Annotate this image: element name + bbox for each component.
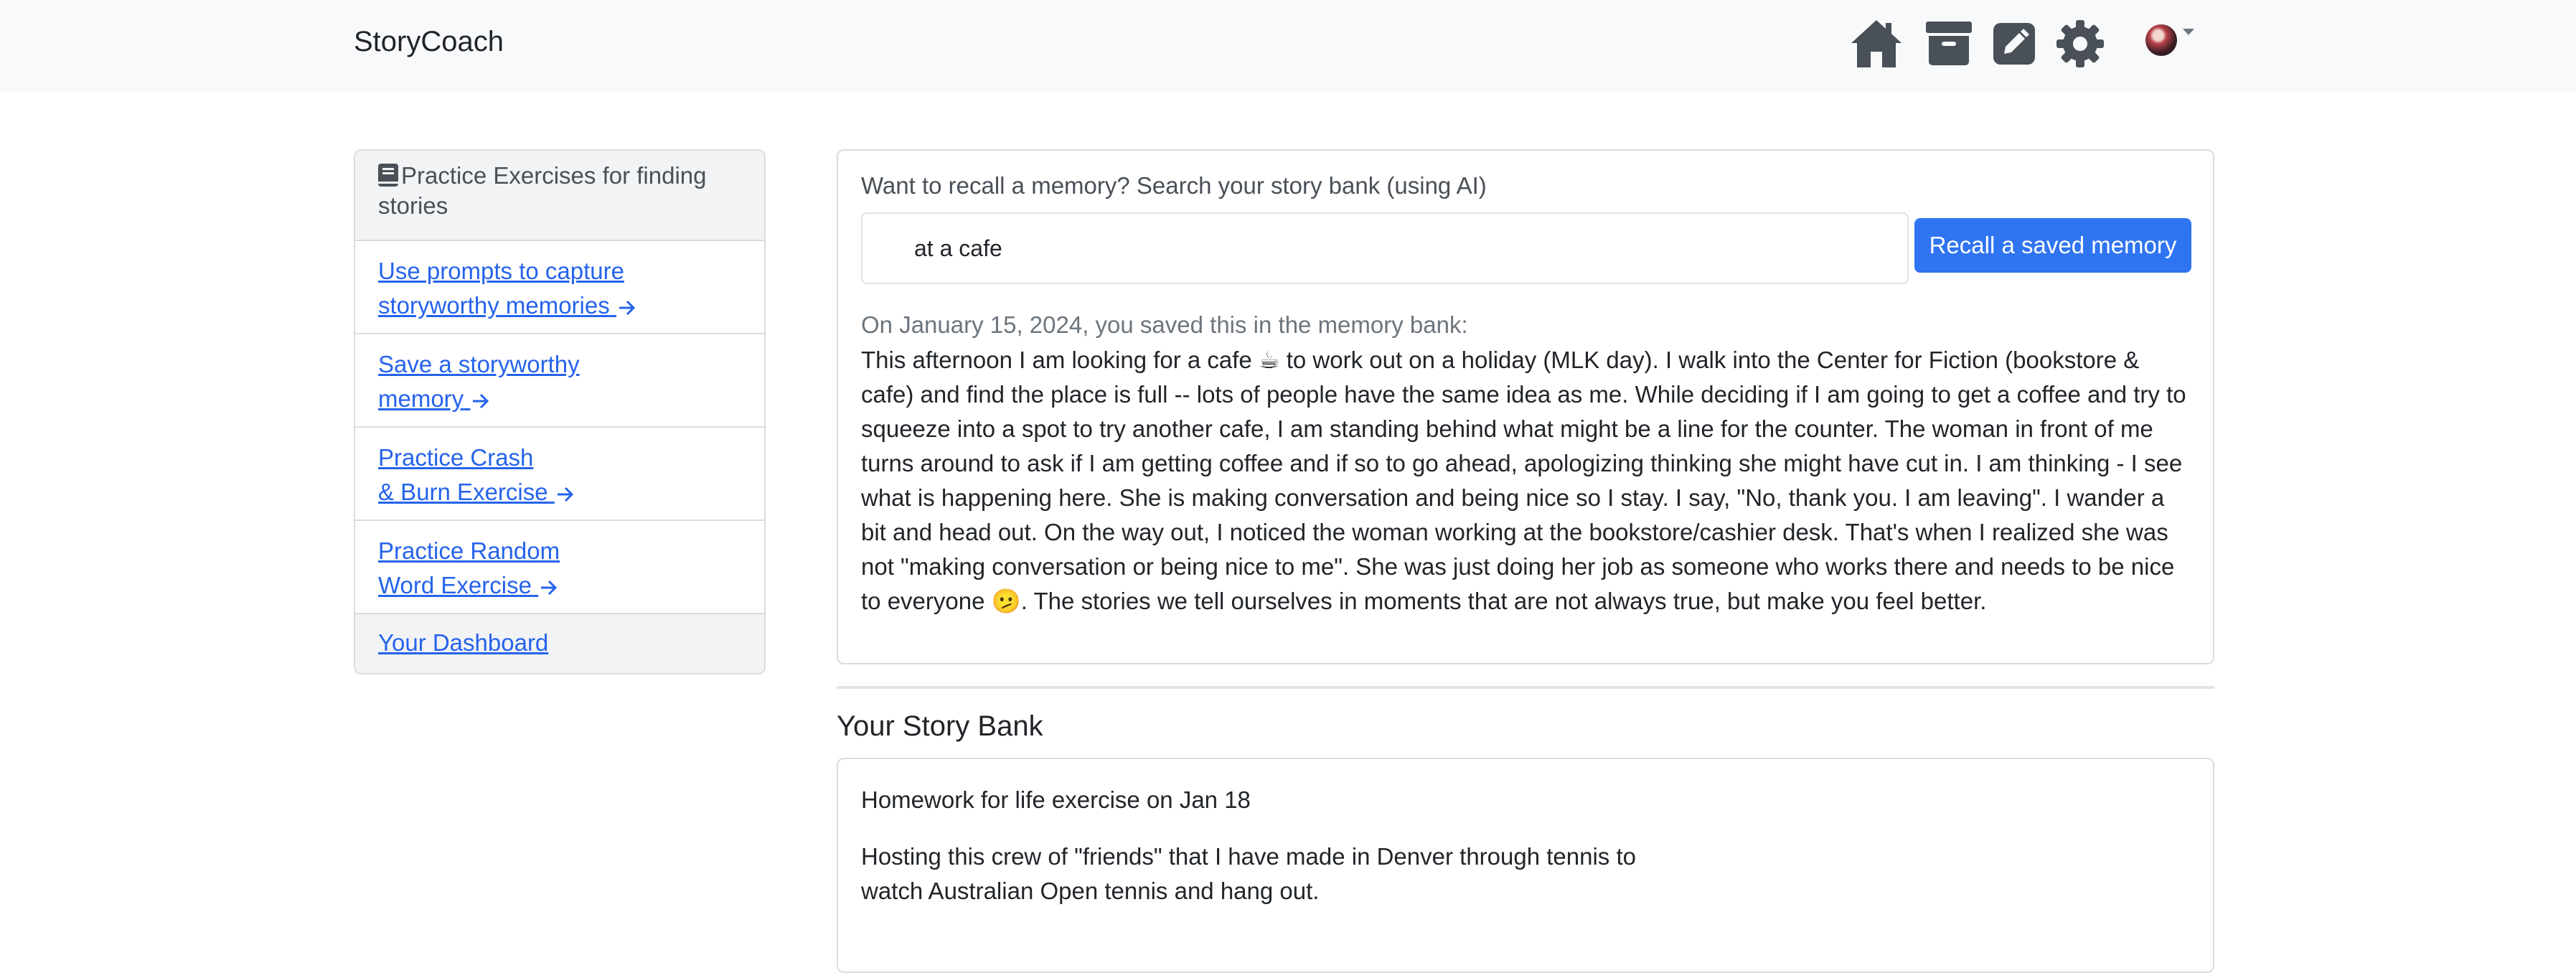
archive-icon[interactable] xyxy=(1926,22,1972,66)
sidebar-item-prompts: Use prompts to capture storyworthy memori… xyxy=(355,241,764,334)
sidebar-header: Practice Exercises for finding stories xyxy=(355,151,764,241)
sidebar-item-save-memory: Save a storyworthy memory xyxy=(355,334,764,428)
random-word-link[interactable]: Practice Random Word Exercise xyxy=(378,537,560,598)
brand-logo[interactable]: StoryCoach xyxy=(354,26,504,58)
practice-sidebar: Practice Exercises for finding stories U… xyxy=(354,149,766,674)
search-label: Want to recall a memory? Search your sto… xyxy=(861,172,1487,199)
memory-text: This afternoon I am looking for a cafe ☕… xyxy=(861,347,2186,614)
book-icon xyxy=(378,164,398,192)
save-memory-link[interactable]: Save a storyworthy memory xyxy=(378,351,580,412)
settings-icon[interactable] xyxy=(2056,20,2104,67)
recall-button[interactable]: Recall a saved memory xyxy=(1914,218,2191,273)
saved-date: On January 15, 2024, you saved this in t… xyxy=(861,311,1468,338)
sidebar-item-crash-burn: Practice Crash & Burn Exercise xyxy=(355,428,764,521)
edit-icon[interactable] xyxy=(1993,23,2035,65)
user-menu[interactable] xyxy=(2145,24,2194,56)
navbar: StoryCoach xyxy=(0,0,2576,92)
sidebar-header-label: Practice Exercises for finding stories xyxy=(378,162,707,219)
arrow-right-icon xyxy=(471,385,490,420)
chevron-down-icon xyxy=(2183,28,2194,35)
prompts-link[interactable]: Use prompts to capture storyworthy memori… xyxy=(378,258,636,319)
arrow-right-icon xyxy=(618,292,636,326)
dashboard-link[interactable]: Your Dashboard xyxy=(378,629,548,656)
story-text: Hosting this crew of "friends" that I ha… xyxy=(861,843,1636,904)
story-title: Homework for life exercise on Jan 18 xyxy=(861,786,1251,813)
crash-burn-link[interactable]: Practice Crash & Burn Exercise xyxy=(378,444,575,505)
story-bank-title: Your Story Bank xyxy=(837,710,1043,742)
arrow-right-icon xyxy=(540,572,558,606)
home-icon[interactable] xyxy=(1850,19,1903,69)
divider xyxy=(837,686,2214,689)
story-card: Homework for life exercise on Jan 18 Hos… xyxy=(837,758,2214,973)
avatar xyxy=(2145,24,2177,56)
sidebar-item-random-word: Practice Random Word Exercise xyxy=(355,521,764,614)
recall-card: Want to recall a memory? Search your sto… xyxy=(837,149,2214,664)
arrow-right-icon xyxy=(556,479,575,513)
search-input[interactable] xyxy=(861,212,1909,284)
sidebar-footer: Your Dashboard xyxy=(355,614,764,673)
